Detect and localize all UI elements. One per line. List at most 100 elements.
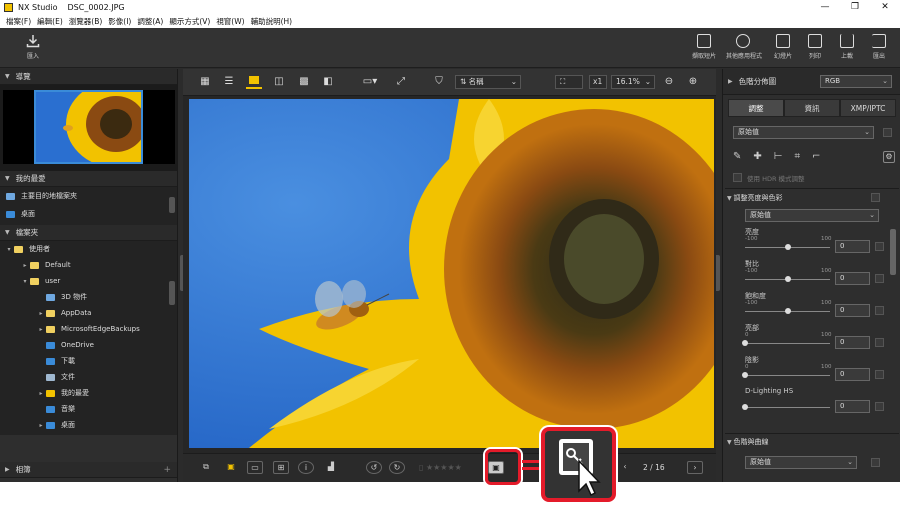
menu-edit[interactable]: 編輯(E)	[37, 16, 63, 27]
image-viewer[interactable]	[189, 99, 714, 448]
before-after-icon[interactable]: ◧	[320, 75, 336, 89]
tab-adjust[interactable]: 調整	[728, 99, 784, 117]
expand-arrow-icon[interactable]: ▸	[36, 422, 46, 429]
import-button[interactable]: 匯入	[16, 32, 50, 64]
info-icon[interactable]: i	[298, 461, 314, 474]
slider-value-input[interactable]: 0	[835, 240, 870, 253]
slider-checkbox[interactable]	[875, 242, 884, 251]
filmstrip-icon[interactable]: ▭▾	[358, 75, 382, 89]
capture-movie-button[interactable]: 擷取短片	[687, 32, 721, 64]
maximize-icon[interactable]: ❐	[840, 0, 870, 15]
tree-item[interactable]: ▾ 使用者	[0, 241, 177, 257]
perspective-icon[interactable]: ⌐	[812, 151, 820, 165]
crop-icon[interactable]: ⌗	[795, 151, 801, 165]
favorites-desktop[interactable]: 桌面	[0, 205, 177, 223]
preset-checkbox[interactable]	[883, 128, 892, 137]
tree-item[interactable]: ▸ MicrosoftEdgeBackups	[0, 321, 177, 337]
add-icon[interactable]: +	[163, 465, 171, 475]
slider-value-input[interactable]: 0	[835, 272, 870, 285]
zoom-out-icon[interactable]: ⊖	[661, 75, 677, 89]
slider-knob[interactable]	[784, 308, 791, 314]
tree-item[interactable]: 3D 物件	[0, 289, 177, 305]
brightness-section-header[interactable]: ▼ 調整亮度與色彩	[727, 193, 783, 203]
tone-section-header[interactable]: ▼ 色階與曲線	[727, 437, 769, 447]
menu-help[interactable]: 輔助說明(H)	[251, 16, 293, 27]
tree-item[interactable]: 下載	[0, 353, 177, 369]
label-icon[interactable]: ▣	[223, 461, 239, 474]
thumbnail-frame[interactable]	[34, 90, 143, 164]
album-header[interactable]: ▶ 相簿 +	[0, 462, 177, 478]
menu-image[interactable]: 影像(I)	[108, 16, 131, 27]
sort-select[interactable]: ⇅ 名稱 ⌄	[455, 75, 521, 89]
slider-checkbox[interactable]	[875, 402, 884, 411]
tree-item[interactable]: 音樂	[0, 401, 177, 417]
hdr-checkbox[interactable]	[733, 173, 742, 182]
rotate-left-icon[interactable]: ↺	[366, 461, 382, 474]
next-image-icon[interactable]: ›	[687, 461, 703, 474]
fit-view-select[interactable]: ⛶	[555, 75, 583, 89]
tree-item[interactable]: OneDrive	[0, 337, 177, 353]
info-overlay-icon[interactable]: ▭	[247, 461, 263, 474]
slider-track[interactable]	[745, 343, 830, 344]
settings-gear-icon[interactable]: ⚙	[883, 151, 895, 163]
navigation-header[interactable]: ▼ 導覽	[0, 69, 177, 85]
print-button[interactable]: 列印	[798, 32, 832, 64]
expand-arrow-icon[interactable]: ▸	[36, 390, 46, 397]
fullscreen-icon[interactable]: ⤢	[393, 75, 409, 89]
slider-checkbox[interactable]	[875, 306, 884, 315]
tree-item[interactable]: ▸ AppData	[0, 305, 177, 321]
slideshow-button[interactable]: 幻燈片	[766, 32, 800, 64]
brightness-section-checkbox[interactable]	[871, 193, 880, 202]
zoom-in-icon[interactable]: ⊕	[685, 75, 701, 89]
adhesive-bandage-icon[interactable]: ✚	[753, 151, 761, 165]
favorites-item[interactable]: 主要目的地檔案夾	[0, 187, 177, 205]
minimize-icon[interactable]: —	[810, 0, 840, 15]
menu-window[interactable]: 視窗(W)	[216, 16, 244, 27]
histogram-header[interactable]: ▶ 色階分佈圖 RGB ⌄	[723, 69, 900, 95]
preset-select[interactable]: 原始值 ⌄	[733, 126, 874, 139]
list-view-icon[interactable]: ☰	[221, 75, 237, 89]
slider-checkbox[interactable]	[875, 338, 884, 347]
slider-track[interactable]	[745, 407, 830, 408]
tree-scrollbar[interactable]	[169, 281, 175, 305]
tree-item[interactable]: ▸ 我的最愛	[0, 385, 177, 401]
menu-view[interactable]: 顯示方式(V)	[169, 16, 210, 27]
right-panel-scrollbar[interactable]	[890, 229, 896, 275]
rating-stars[interactable]: ▯ ★★★★★	[419, 461, 491, 474]
filter-icon[interactable]: ⛉	[431, 75, 447, 89]
tone-section-checkbox[interactable]	[871, 458, 880, 467]
slider-value-input[interactable]: 0	[835, 400, 870, 413]
export-button[interactable]: 匯出	[862, 32, 896, 64]
retouch-brush-icon[interactable]: ✎	[733, 151, 741, 165]
tree-item[interactable]: ▾ user	[0, 273, 177, 289]
favorites-scrollbar[interactable]	[169, 197, 175, 213]
favorites-header[interactable]: ▼ 我的最愛	[0, 171, 177, 187]
grid-view-icon[interactable]: ▦	[197, 75, 213, 89]
slider-value-input[interactable]: 0	[835, 336, 870, 349]
tree-item[interactable]: ▸ Default	[0, 257, 177, 273]
slider-knob[interactable]	[784, 244, 791, 250]
grid-overlay-icon[interactable]: ⊞	[273, 461, 289, 474]
slider-track[interactable]	[745, 375, 830, 376]
slider-checkbox[interactable]	[875, 370, 884, 379]
slider-knob[interactable]	[742, 404, 748, 410]
multi-view-icon[interactable]: ▩	[296, 75, 312, 89]
slider-value-input[interactable]: 0	[835, 304, 870, 317]
slider-checkbox[interactable]	[875, 274, 884, 283]
prev-image-icon[interactable]: ‹	[617, 461, 633, 474]
expand-arrow-icon[interactable]: ▾	[20, 278, 30, 285]
folders-header[interactable]: ▼ 檔案夾	[0, 225, 177, 241]
expand-arrow-icon[interactable]: ▸	[36, 326, 46, 333]
zoom-select[interactable]: 16.1% ⌄	[611, 75, 655, 89]
menu-browser[interactable]: 瀏覽器(B)	[69, 16, 103, 27]
stack-icon[interactable]: ⧉	[198, 461, 214, 474]
rotate-right-icon[interactable]: ↻	[389, 461, 405, 474]
expand-arrow-icon[interactable]: ▸	[36, 310, 46, 317]
tab-info[interactable]: 資訊	[784, 99, 840, 117]
expand-arrow-icon[interactable]: ▸	[20, 262, 30, 269]
close-icon[interactable]: ✕	[870, 0, 900, 15]
brightness-preset-select[interactable]: 原始值 ⌄	[745, 209, 879, 222]
histogram-icon[interactable]: ▟	[323, 461, 339, 474]
tree-item[interactable]: ▸ 桌面	[0, 417, 177, 433]
slider-knob[interactable]	[784, 276, 791, 282]
